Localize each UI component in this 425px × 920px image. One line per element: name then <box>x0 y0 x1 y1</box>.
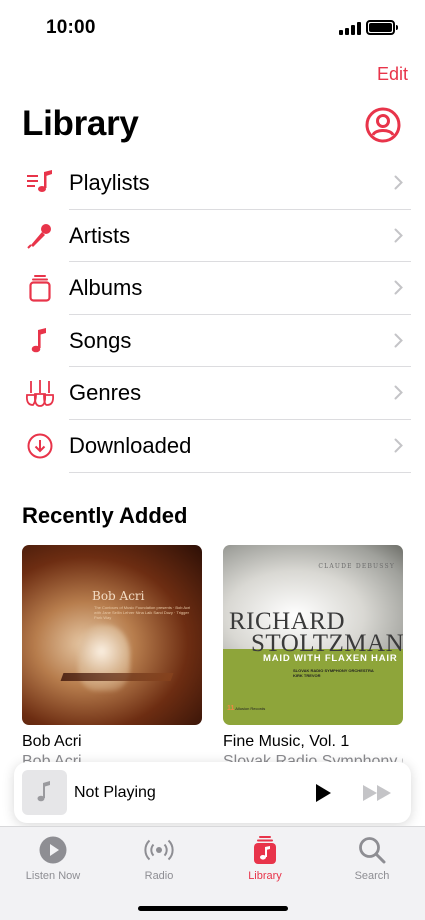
library-item-albums[interactable]: Albums <box>0 262 425 315</box>
playlists-icon <box>27 170 52 192</box>
play-circle-icon <box>39 836 67 864</box>
fast-forward-button[interactable] <box>362 784 394 802</box>
radio-waves-icon <box>144 839 174 861</box>
search-icon <box>359 837 386 864</box>
library-item-label: Artists <box>69 222 131 248</box>
chevron-right-icon <box>394 175 403 190</box>
album-artwork[interactable]: CLAUDE DEBUSSY RICHARD STOLTZMAN MAID WI… <box>223 545 403 725</box>
album-artwork[interactable]: Bob Acri The Contours of Music Foundatio… <box>22 545 202 725</box>
chevron-right-icon <box>394 438 403 453</box>
album-stack-icon <box>29 275 51 302</box>
tab-label: Radio <box>144 870 174 882</box>
cover-conductor: KIRK TREVOR <box>293 673 321 678</box>
mini-player-title: Not Playing <box>74 784 156 801</box>
battery-icon <box>366 20 398 35</box>
guitars-icon <box>25 380 55 408</box>
cover-composer: CLAUDE DEBUSSY <box>318 563 395 570</box>
tab-label: Listen Now <box>25 870 81 882</box>
album-title: Bob Acri <box>22 733 82 750</box>
library-music-icon <box>254 836 276 864</box>
cover-label-text: Allusion Records <box>235 706 266 711</box>
cover-title: Bob Acri <box>92 589 145 603</box>
album-title: Fine Music, Vol. 1 <box>223 733 350 750</box>
tab-label: Search <box>354 870 390 882</box>
page-title: Library <box>22 104 139 143</box>
mini-player[interactable]: Not Playing <box>14 762 411 823</box>
chevron-right-icon <box>394 280 403 295</box>
tab-listen-now[interactable]: Listen Now <box>13 835 93 882</box>
status-time: 10:00 <box>46 17 96 38</box>
library-item-label: Genres <box>69 380 142 406</box>
album-card[interactable]: CLAUDE DEBUSSY RICHARD STOLTZMAN MAID WI… <box>223 545 403 765</box>
divider <box>69 471 411 473</box>
tab-label: Library <box>248 870 282 882</box>
microphone-icon <box>27 223 51 249</box>
library-item-label: Albums <box>69 275 143 301</box>
chevron-right-icon <box>394 385 403 400</box>
tab-search[interactable]: Search <box>332 835 412 882</box>
account-icon[interactable] <box>365 107 401 143</box>
library-item-label: Playlists <box>69 170 150 195</box>
section-title-recently-added: Recently Added <box>22 503 188 528</box>
library-item-label: Downloaded <box>69 432 192 458</box>
cellular-signal-icon <box>339 22 361 35</box>
status-bar: 10:00 <box>0 0 425 56</box>
mini-player-artwork <box>22 770 67 815</box>
cover-small-text: The Contours of Music Foundation present… <box>94 605 191 620</box>
chevron-right-icon <box>394 228 403 243</box>
download-icon <box>27 433 53 459</box>
cover-pianist <box>78 625 130 691</box>
cover-orchestra: SLOVAK RADIO SYMPHONY ORCHESTRA KIRK TRE… <box>293 668 374 678</box>
cover-keyboard <box>60 673 174 681</box>
library-list: Playlists Artists Albums Songs Genres Do… <box>0 157 425 473</box>
play-button[interactable] <box>312 782 334 804</box>
library-item-songs[interactable]: Songs <box>0 315 425 368</box>
home-indicator[interactable] <box>138 906 288 911</box>
music-note-icon <box>37 781 50 802</box>
edit-button[interactable]: Edit <box>377 64 408 85</box>
library-item-genres[interactable]: Genres <box>0 367 425 420</box>
tab-library[interactable]: Library <box>225 835 305 882</box>
cover-label-logo: 11 Allusion Records <box>227 705 266 712</box>
music-note-icon <box>31 327 46 353</box>
library-item-playlists[interactable]: Playlists <box>0 157 425 210</box>
tab-radio[interactable]: Radio <box>119 835 199 882</box>
chevron-right-icon <box>394 333 403 348</box>
album-card[interactable]: Bob Acri The Contours of Music Foundatio… <box>22 545 202 765</box>
library-item-artists[interactable]: Artists <box>0 210 425 263</box>
library-item-downloaded[interactable]: Downloaded <box>0 420 425 473</box>
library-item-label: Songs <box>69 327 132 353</box>
cover-subtitle: MAID WITH FLAXEN HAIR <box>263 653 398 664</box>
